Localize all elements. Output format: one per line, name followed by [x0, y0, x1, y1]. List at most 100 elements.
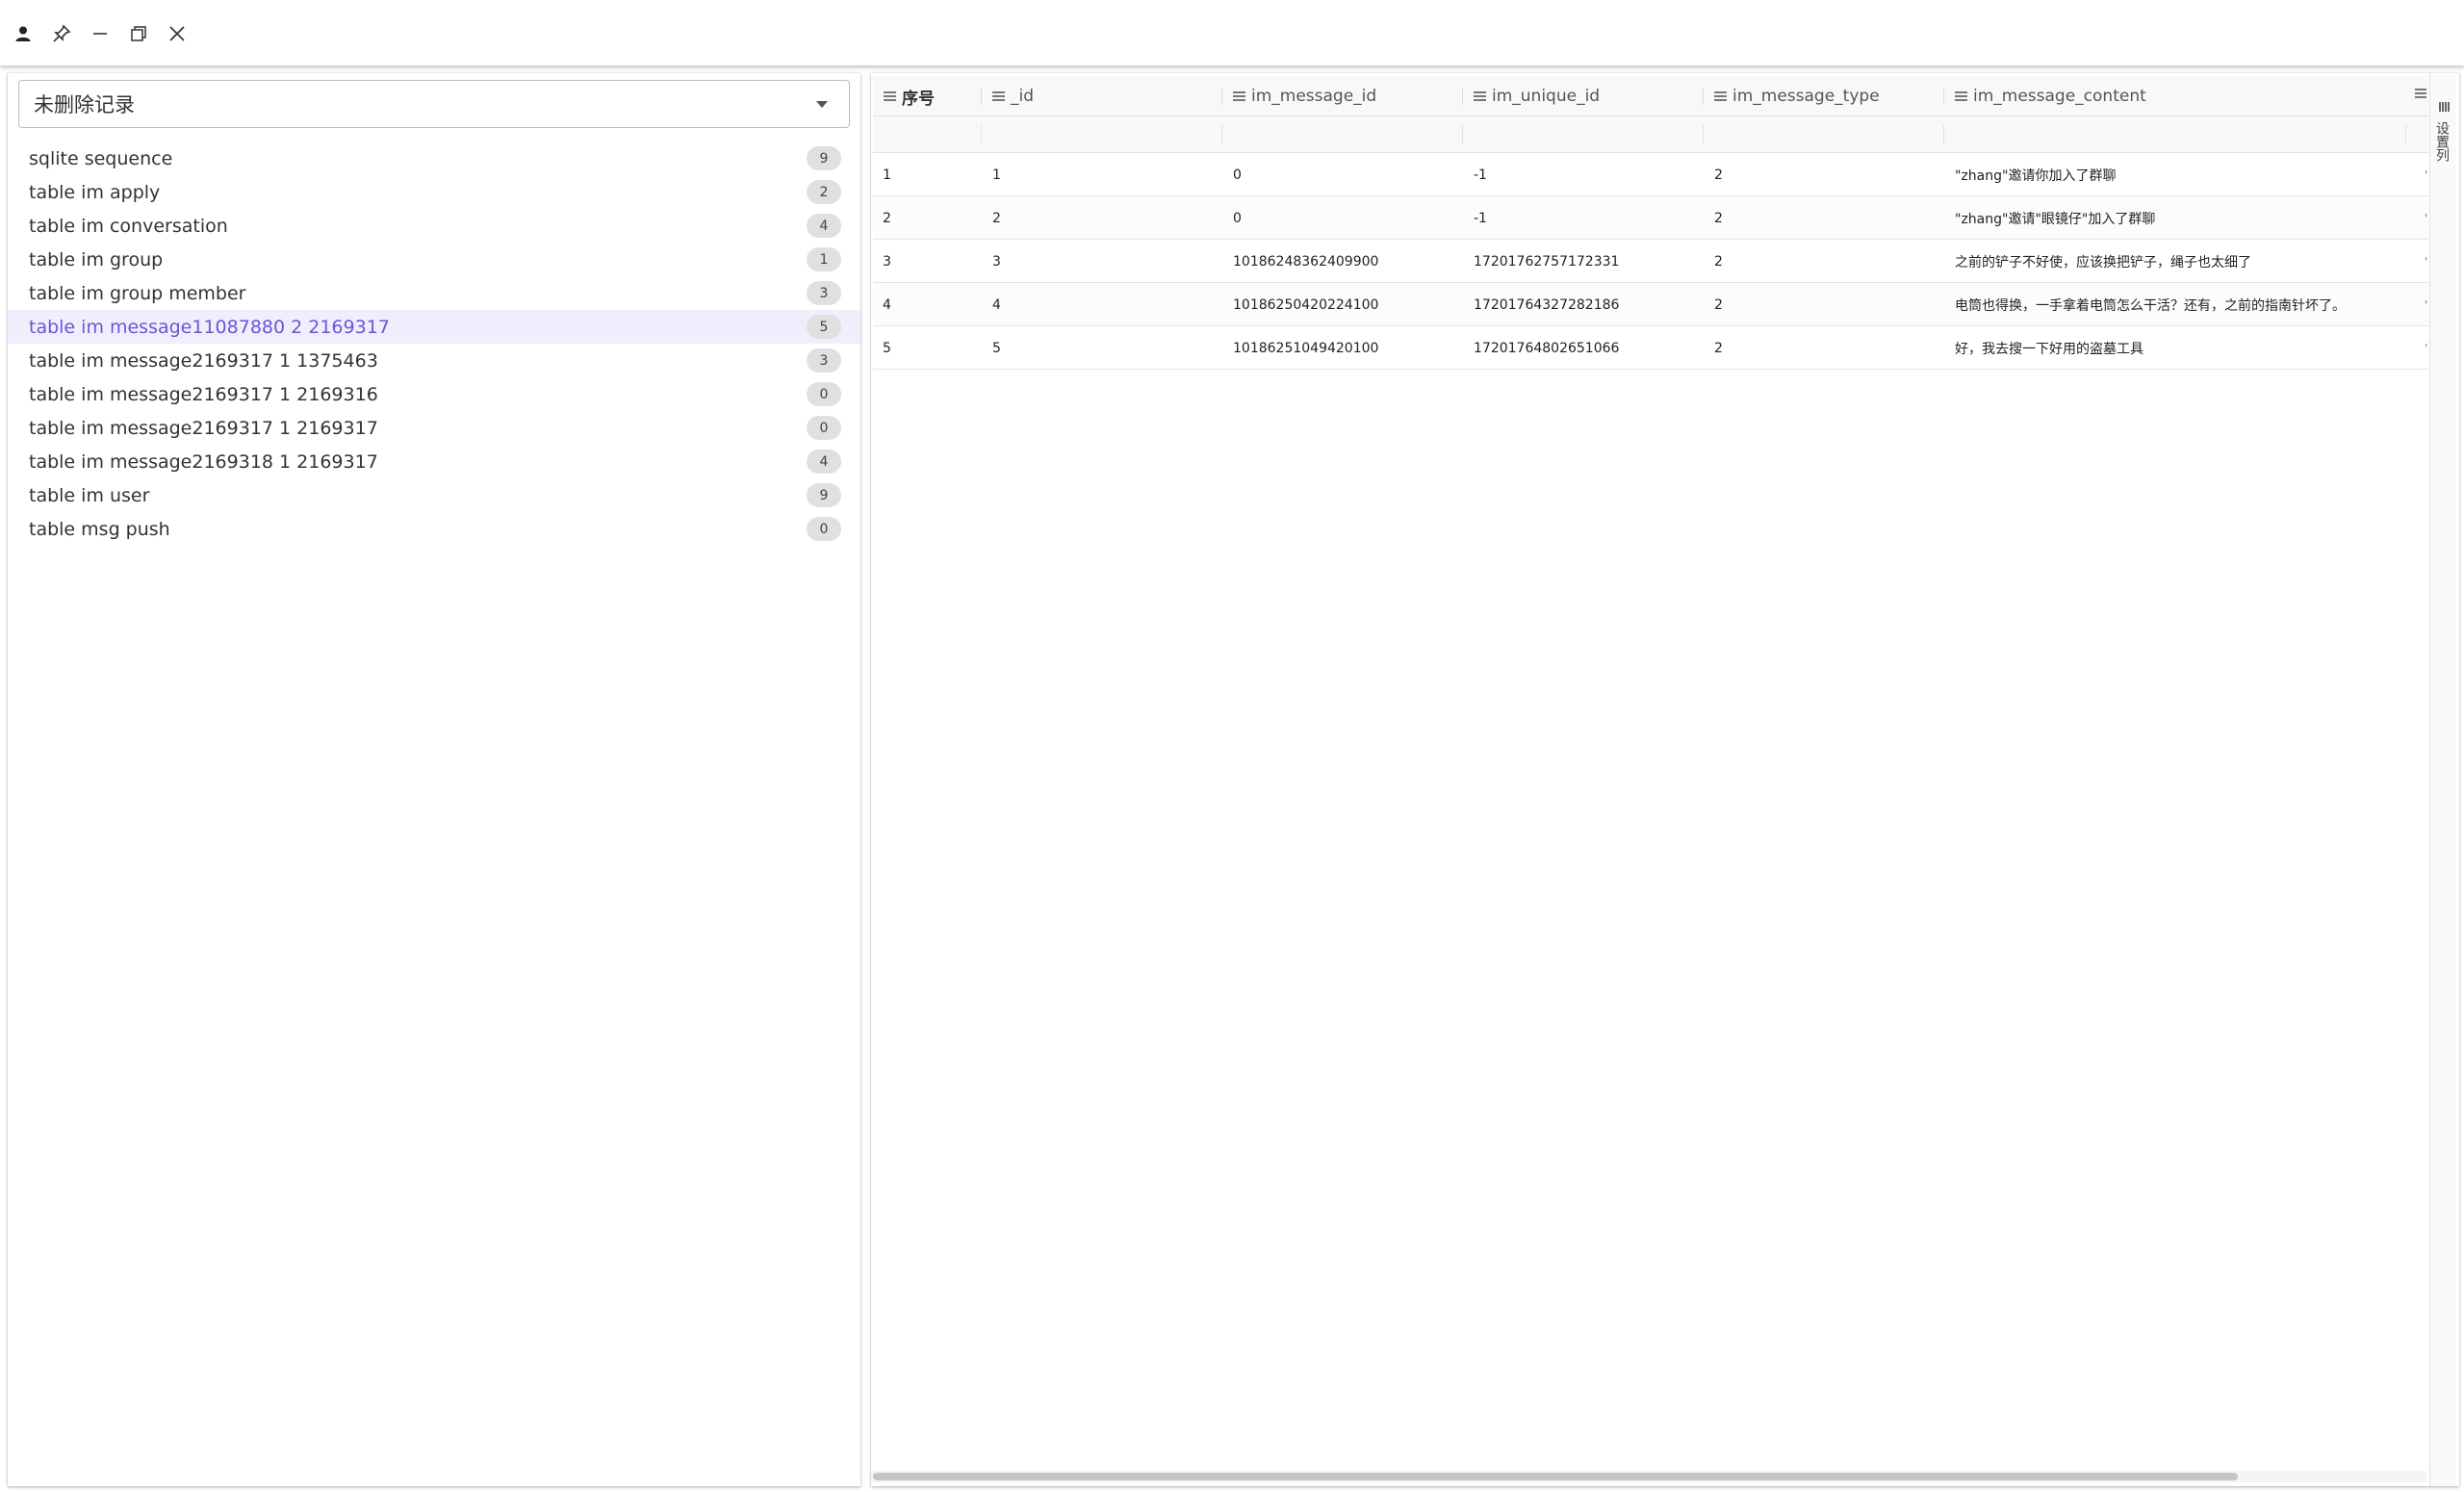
table-cell[interactable]: 4 — [992, 283, 1001, 326]
horizontal-scrollbar[interactable] — [871, 1471, 2426, 1482]
row-count-badge: 5 — [807, 315, 841, 339]
table-cell[interactable]: 之前的铲子不好使，应该换把铲子，绳子也太细了 — [1955, 240, 2251, 283]
table-list-item[interactable]: sqlite sequence 9 — [8, 141, 860, 175]
grid-filter-row[interactable] — [873, 116, 2428, 153]
row-count-badge: 0 — [807, 382, 841, 406]
column-header[interactable]: _id — [982, 76, 1034, 116]
filter-separator — [1943, 125, 1944, 144]
title-bar — [0, 0, 2464, 65]
table-cell[interactable]: 2 — [1714, 153, 1723, 196]
columns-icon — [2439, 102, 2450, 112]
column-header[interactable]: im_message_content — [1944, 76, 2146, 116]
table-cell[interactable]: 2 — [1714, 326, 1723, 370]
column-resize-handle[interactable] — [1462, 88, 1463, 105]
column-header[interactable]: im_message_id — [1222, 76, 1376, 116]
table-name: table im message2169317 1 1375463 — [29, 349, 378, 372]
column-menu-icon[interactable] — [1714, 91, 1727, 101]
column-header[interactable]: im_unique_id — [1463, 76, 1600, 116]
table-name: table im conversation — [29, 215, 228, 237]
table-row[interactable]: 4 4 10186250420224100 17201764327282186 2 电筒也… — [873, 283, 2428, 326]
restore-icon[interactable] — [124, 19, 153, 48]
column-settings-tool[interactable]: 设置列 — [2429, 73, 2456, 1486]
table-row[interactable]: 3 3 101862483624099​00 17201762757172331 2 之前… — [873, 240, 2428, 283]
row-count-badge: 3 — [807, 281, 841, 305]
table-cell[interactable]: 0 — [1233, 196, 1242, 240]
horizontal-scrollbar-thumb[interactable] — [873, 1473, 2238, 1480]
table-cell[interactable]: 17201764327282186 — [1474, 283, 1619, 326]
table-cell[interactable]: 3 — [883, 240, 891, 283]
column-header-label: im_message_content — [1973, 87, 2146, 106]
table-list-item[interactable]: table im conversation 4 — [8, 209, 860, 243]
table-list-item[interactable]: table im group 1 — [8, 243, 860, 276]
table-cell[interactable]: 2 — [992, 196, 1001, 240]
chevron-down-icon[interactable] — [816, 101, 828, 108]
table-name: table im group member — [29, 282, 246, 304]
column-header[interactable]: 序号 — [873, 76, 935, 116]
table-cell[interactable]: 2 — [883, 196, 891, 240]
column-header-label: _id — [1011, 87, 1035, 106]
table-cell[interactable]: 电筒也得换，一手拿着电筒怎么干活？还有，之前的指南针坏了。 — [1955, 283, 2346, 326]
table-cell[interactable]: 2 — [1714, 240, 1723, 283]
table-list-item[interactable]: table im message2169317 1 2169317 0 — [8, 411, 860, 445]
table-list-item[interactable]: table im message2169317 1 1375463 3 — [8, 344, 860, 377]
table-cell[interactable]: 3 — [992, 240, 1001, 283]
table-cell[interactable]: "zhang"邀请"眼镜仔"加入了群聊 — [1955, 196, 2155, 240]
column-resize-handle[interactable] — [1943, 88, 1944, 105]
table-cell[interactable]: 17201762757172331 — [1474, 240, 1619, 283]
column-menu-icon[interactable] — [1474, 91, 1486, 101]
table-list-item[interactable]: table im message2169318 1 2169317 4 — [8, 445, 860, 478]
table-cell[interactable]: 5 — [883, 326, 891, 370]
column-resize-handle[interactable] — [1703, 88, 1704, 105]
table-cell[interactable]: 17201764802651066 — [1474, 326, 1619, 370]
filter-separator — [1703, 125, 1704, 144]
table-cell[interactable]: 0 — [1233, 153, 1242, 196]
minimize-icon[interactable] — [86, 19, 115, 48]
table-list-item[interactable]: table im apply 2 — [8, 175, 860, 209]
table-cell[interactable]: 好，我去搜一下好用的盗墓工具 — [1955, 326, 2143, 370]
table-list-item[interactable]: table im group member 3 — [8, 276, 860, 310]
table-list-item[interactable]: table im message2169317 1 2169316 0 — [8, 377, 860, 411]
table-cell[interactable]: 10186251049420100 — [1233, 326, 1378, 370]
column-menu-icon[interactable] — [884, 91, 896, 101]
close-icon[interactable] — [163, 19, 192, 48]
column-resize-handle[interactable] — [981, 88, 982, 105]
table-cell[interactable]: 2 — [1714, 196, 1723, 240]
table-list: sqlite sequence 9 table im apply 2 table im … — [8, 141, 860, 546]
grid-header: 序号 _id im_message_id im_unique_id im_message… — [873, 76, 2428, 116]
record-filter-select[interactable]: 未删除记录 — [18, 80, 850, 128]
table-list-item[interactable]: table im user 9 — [8, 478, 860, 512]
column-resize-handle[interactable] — [1221, 88, 1222, 105]
table-list-panel: 未删除记录 sqlite sequence 9 table im apply 2 tab… — [8, 73, 860, 1486]
table-cell[interactable]: 1 — [883, 153, 891, 196]
table-list-item[interactable]: table msg push 0 — [8, 512, 860, 546]
table-row[interactable]: 1 1 0 -1 2 "zhang"邀请你加入了群聊 ' — [873, 153, 2428, 196]
truncated-cell: ' — [2425, 211, 2428, 225]
table-cell[interactable]: 10186250420224100 — [1233, 283, 1378, 326]
column-header[interactable]: im_message_type — [1704, 76, 1880, 116]
table-cell[interactable]: -1 — [1474, 196, 1487, 240]
table-cell[interactable]: -1 — [1474, 153, 1487, 196]
truncated-cell: ' — [2425, 297, 2428, 312]
table-cell[interactable]: "zhang"邀请你加入了群聊 — [1955, 153, 2116, 196]
table-cell[interactable]: 4 — [883, 283, 891, 326]
column-menu-icon[interactable] — [2415, 89, 2426, 98]
column-header-label: 序号 — [902, 89, 935, 109]
column-settings-label: 设置列 — [2434, 121, 2450, 162]
table-list-item[interactable]: table im message11087880 2 2169317 5 — [8, 310, 860, 344]
row-count-badge: 9 — [807, 146, 841, 170]
column-menu-icon[interactable] — [992, 91, 1005, 101]
table-cell[interactable]: 5 — [992, 326, 1001, 370]
pin-icon[interactable] — [47, 19, 76, 48]
row-count-badge: 4 — [807, 450, 841, 474]
table-cell[interactable]: 2 — [1714, 283, 1723, 326]
user-icon[interactable] — [9, 19, 38, 48]
grid-body: 1 1 0 -1 2 "zhang"邀请你加入了群聊 ' 2 2 0 -1 2 "zhang"邀请"眼镜… — [873, 153, 2428, 370]
record-filter-value: 未删除记录 — [34, 93, 135, 116]
row-count-badge: 9 — [807, 483, 841, 507]
column-menu-icon[interactable] — [1233, 91, 1245, 101]
table-cell[interactable]: 1 — [992, 153, 1001, 196]
table-row[interactable]: 5 5 10186251049420100 17201764802651066 2 好，我… — [873, 326, 2428, 370]
column-menu-icon[interactable] — [1955, 91, 1967, 101]
table-cell[interactable]: 101862483624099​00 — [1233, 240, 1378, 283]
table-row[interactable]: 2 2 0 -1 2 "zhang"邀请"眼镜仔"加入了群聊 ' — [873, 196, 2428, 240]
